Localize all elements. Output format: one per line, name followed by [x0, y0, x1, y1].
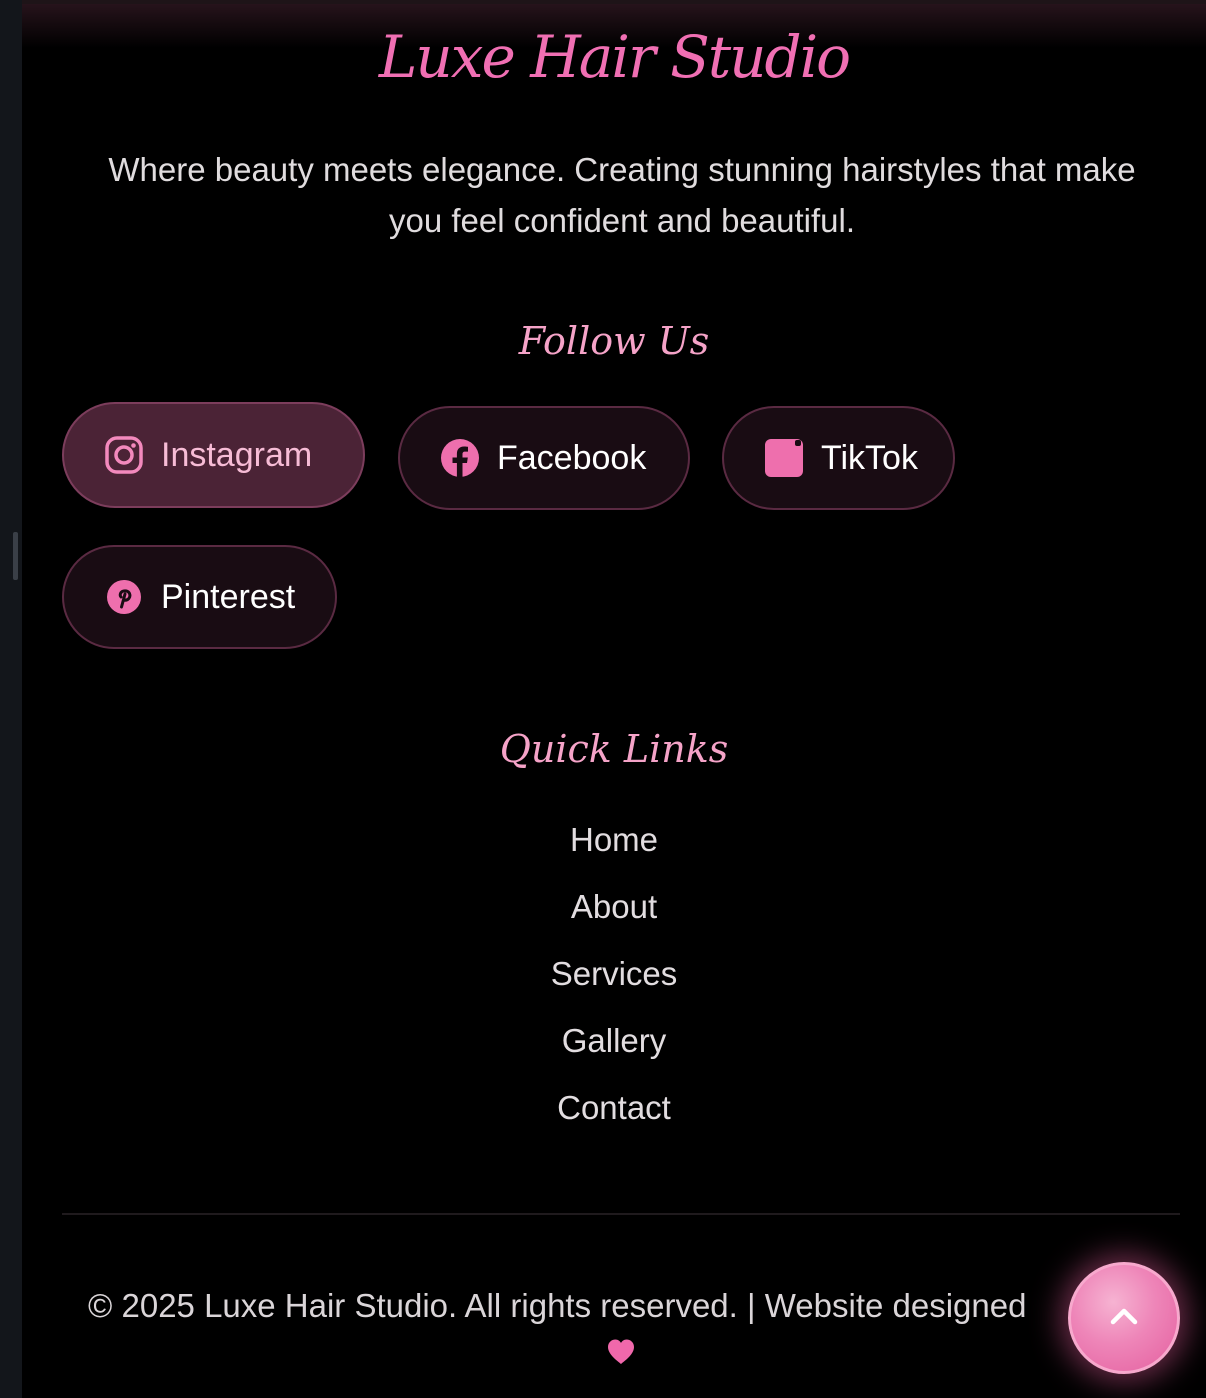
pinterest-label: Pinterest [161, 577, 296, 616]
pinterest-icon [104, 577, 144, 617]
quick-links-heading: Quick Links [499, 727, 729, 771]
tiktok-label: TikTok [821, 438, 918, 477]
footer-tagline: Where beauty meets elegance. Creating st… [108, 151, 1136, 239]
site-footer: Luxe Hair Studio Where beauty meets eleg… [22, 0, 1206, 1398]
page-scroll-rail [0, 0, 22, 1398]
tiktok-icon [764, 438, 804, 478]
tiktok-button[interactable]: TikTok [722, 406, 955, 510]
facebook-label: Facebook [497, 438, 647, 477]
quick-links-list: Home About Services Gallery Contact [22, 810, 1206, 1145]
instagram-label: Instagram [161, 435, 313, 474]
instagram-icon [104, 435, 144, 475]
copyright-text: © 2025 Luxe Hair Studio. All rights rese… [88, 1287, 1027, 1324]
facebook-icon [440, 438, 480, 478]
back-to-top-button[interactable] [1068, 1262, 1180, 1374]
quick-link-contact[interactable]: Contact [22, 1078, 1206, 1145]
brand-logo[interactable]: Luxe Hair Studio [22, 12, 1206, 102]
quick-link-gallery[interactable]: Gallery [22, 1011, 1206, 1078]
quick-link-services[interactable]: Services [22, 944, 1206, 1011]
quick-link-about[interactable]: About [22, 877, 1206, 944]
instagram-button[interactable]: Instagram [62, 402, 365, 508]
footer-divider [62, 1213, 1180, 1215]
facebook-button[interactable]: Facebook [398, 406, 690, 510]
pinterest-button[interactable]: Pinterest [62, 545, 337, 649]
quick-link-home[interactable]: Home [22, 810, 1206, 877]
chevron-up-icon [1107, 1299, 1141, 1337]
resize-handle[interactable] [13, 532, 18, 580]
follow-us-heading: Follow Us [518, 319, 710, 363]
heart-icon [606, 1337, 636, 1367]
